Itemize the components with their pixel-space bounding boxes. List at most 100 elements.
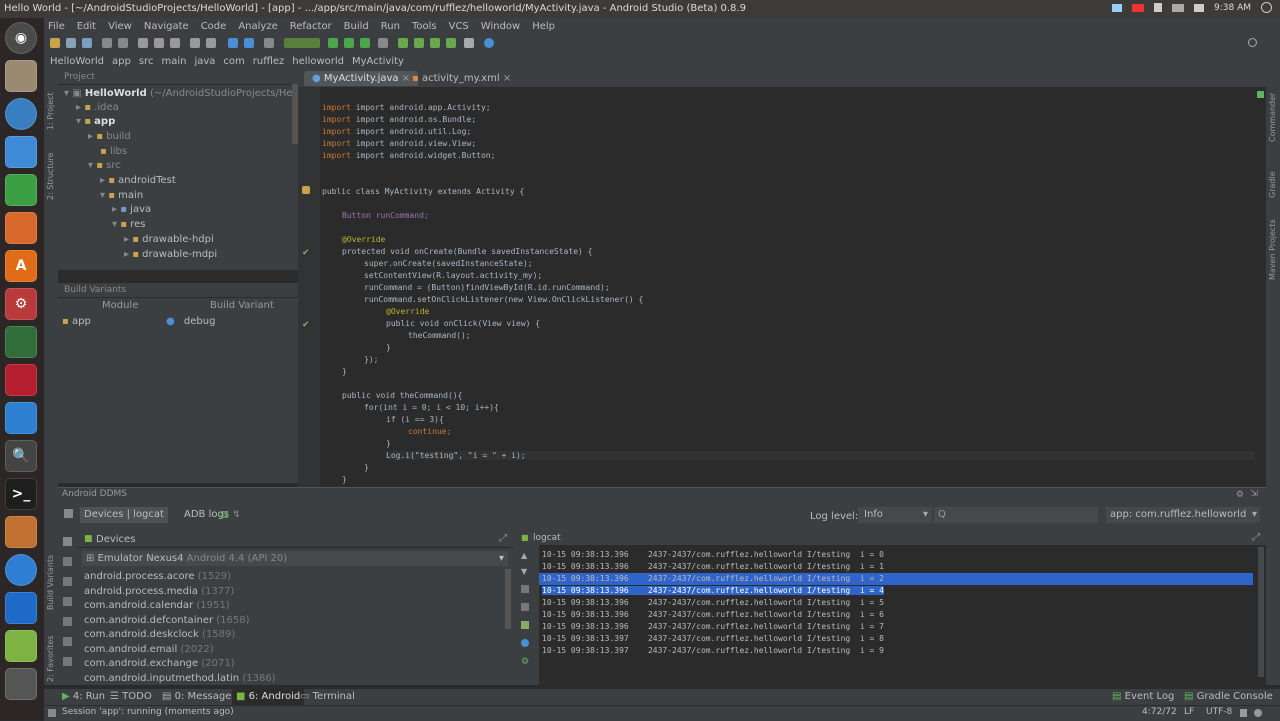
cut-icon[interactable]	[138, 38, 148, 48]
menu-code[interactable]: Code	[201, 21, 227, 32]
redo-icon[interactable]	[118, 38, 128, 48]
list-item[interactable]: com.android.calendar (1951)	[84, 600, 230, 611]
menu-run[interactable]: Run	[381, 21, 400, 32]
tree-item[interactable]: ▾ ▪ src	[88, 160, 121, 171]
android-studio-icon[interactable]	[5, 326, 37, 358]
ddms-layout-icon[interactable]: ▥	[220, 510, 229, 520]
save-icon[interactable]	[66, 38, 76, 48]
mail-icon[interactable]	[1132, 3, 1144, 12]
devices-scrollbar[interactable]	[505, 569, 511, 629]
list-item[interactable]: android.process.media (1377)	[84, 586, 234, 597]
lock-icon[interactable]	[1240, 709, 1247, 717]
breadcrumb-item[interactable]: main	[161, 56, 186, 67]
menu-window[interactable]: Window	[481, 21, 520, 32]
tree-item[interactable]: ▸ ▪ .idea	[76, 102, 119, 113]
tool-icon[interactable]	[63, 597, 72, 606]
tree-item[interactable]: ▾ ▪ app	[76, 116, 115, 127]
tab-activity-my-xml[interactable]: ▪ activity_my.xml ×	[404, 71, 519, 86]
sdk-manager-icon[interactable]	[398, 38, 408, 48]
android-sdk-icon[interactable]	[5, 630, 37, 662]
breadcrumb-item[interactable]: app	[112, 56, 131, 67]
tree-item[interactable]: ▾ ▪ main	[100, 190, 143, 201]
terminal-tool-tab[interactable]: ▭ Terminal	[300, 691, 355, 702]
log-line[interactable]: 10-15 09:38:13.396 2437-2437/com.rufflez…	[542, 550, 884, 559]
terminal-icon[interactable]: >_	[5, 478, 37, 510]
tree-item[interactable]: ▪ libs	[100, 146, 127, 157]
tab-devices-logcat[interactable]: Devices | logcat	[80, 507, 168, 523]
close-icon[interactable]: ×	[503, 73, 511, 84]
dash-icon[interactable]: ◉	[5, 22, 37, 54]
structure-tool-tab[interactable]: 2: Structure	[46, 152, 55, 200]
bv-variant-value[interactable]: ● debug	[166, 316, 215, 327]
settings-icon[interactable]: ⚙	[521, 657, 529, 667]
structure-icon[interactable]	[464, 38, 474, 48]
settings-icon[interactable]: ⚙	[1236, 490, 1244, 500]
log-line[interactable]: 10-15 09:38:13.396 2437-2437/com.rufflez…	[542, 574, 884, 583]
log-line[interactable]: 10-15 09:38:13.396 2437-2437/com.rufflez…	[542, 586, 884, 595]
power-icon[interactable]	[1261, 2, 1272, 13]
android-tool-tab[interactable]: ■ 6: Android	[232, 689, 305, 705]
tab-adb-logs[interactable]: ADB logs ↯	[180, 507, 245, 523]
tools-icon[interactable]	[5, 516, 37, 548]
line-separator[interactable]: LF	[1184, 707, 1194, 717]
cursor-position[interactable]: 4:72/72	[1142, 707, 1177, 717]
tree-item[interactable]: ▾ ▪ res	[112, 219, 145, 230]
settings-icon[interactable]: ⚙	[5, 288, 37, 320]
tool-icon[interactable]	[63, 637, 72, 646]
override-marker-icon[interactable]: ✔	[302, 320, 310, 330]
bluetooth-icon[interactable]	[1154, 3, 1162, 12]
logcat-search-input[interactable]: Q	[934, 507, 1098, 523]
search-tool-icon[interactable]: 🔍	[5, 440, 37, 472]
tab-myactivity-java[interactable]: ● MyActivity.java ×	[304, 71, 419, 86]
tree-item[interactable]: ▸ ▪ build	[88, 131, 131, 142]
screen-capture-icon[interactable]	[63, 537, 72, 546]
menu-tools[interactable]: Tools	[412, 21, 437, 32]
override-marker-icon[interactable]: ✔	[302, 248, 310, 258]
project-panel-title[interactable]: Project	[64, 72, 95, 82]
log-line[interactable]: 10-15 09:38:13.397 2437-2437/com.rufflez…	[542, 634, 884, 643]
log-line[interactable]: 10-15 09:38:13.397 2437-2437/com.rufflez…	[542, 646, 884, 655]
logcat-scrollbar[interactable]	[1258, 547, 1264, 677]
breadcrumb-item[interactable]: java	[194, 56, 215, 67]
project-tool-tab[interactable]: 1: Project	[46, 92, 55, 130]
list-item[interactable]: com.android.exchange (2071)	[84, 658, 235, 669]
copy-icon[interactable]	[154, 38, 164, 48]
undo-icon[interactable]	[102, 38, 112, 48]
debug-icon[interactable]	[344, 38, 354, 48]
menu-edit[interactable]: Edit	[77, 21, 96, 32]
print-icon[interactable]	[521, 603, 529, 611]
log-line[interactable]: 10-15 09:38:13.396 2437-2437/com.rufflez…	[542, 562, 884, 571]
keyboard-icon[interactable]	[1172, 3, 1184, 12]
log-line[interactable]: 10-15 09:38:13.396 2437-2437/com.rufflez…	[542, 622, 884, 631]
avd-manager-icon[interactable]	[414, 38, 424, 48]
coverage-icon[interactable]	[360, 38, 370, 48]
list-item[interactable]: com.android.defcontainer (1658)	[84, 615, 250, 626]
gradle-sync-icon[interactable]	[446, 38, 456, 48]
clear-icon[interactable]	[521, 621, 529, 629]
build-variants-title[interactable]: Build Variants	[64, 285, 126, 295]
replace-icon[interactable]	[206, 38, 216, 48]
device-select[interactable]: ⊞ Emulator Nexus4 Android 4.4 (API 20) ▾	[82, 551, 508, 566]
bv-col-variant[interactable]: Build Variant	[210, 300, 274, 311]
impress-icon[interactable]	[5, 212, 37, 244]
favorites-tool-tab[interactable]: 2: Favorites	[46, 636, 55, 682]
commander-tool-tab[interactable]: Commander	[1268, 93, 1277, 142]
maven-tool-tab[interactable]: Maven Projects	[1268, 219, 1277, 280]
attach-icon[interactable]	[378, 38, 388, 48]
menu-build[interactable]: Build	[344, 21, 369, 32]
trash-icon[interactable]	[5, 668, 37, 700]
tool-icon[interactable]	[63, 617, 72, 626]
sync-icon[interactable]	[82, 38, 92, 48]
event-log-tool-tab[interactable]: ▤ Event Log	[1112, 691, 1174, 702]
code-editor[interactable]: import import android.app.Activity; impo…	[320, 87, 1256, 487]
clock-text[interactable]: 9:38 AM	[1214, 3, 1251, 13]
run-tool-tab[interactable]: ▶ 4: Run	[62, 691, 105, 702]
menu-refactor[interactable]: Refactor	[290, 21, 332, 32]
search-everywhere-icon[interactable]	[1248, 38, 1257, 47]
expand-icon[interactable]: ⤢	[499, 533, 507, 544]
breadcrumb-item[interactable]: helloworld	[292, 56, 344, 67]
breadcrumb-item[interactable]: HelloWorld	[50, 56, 104, 67]
breadcrumb-item[interactable]: src	[139, 56, 154, 67]
list-item[interactable]: android.process.acore (1529)	[84, 571, 231, 582]
menu-vcs[interactable]: VCS	[449, 21, 469, 32]
